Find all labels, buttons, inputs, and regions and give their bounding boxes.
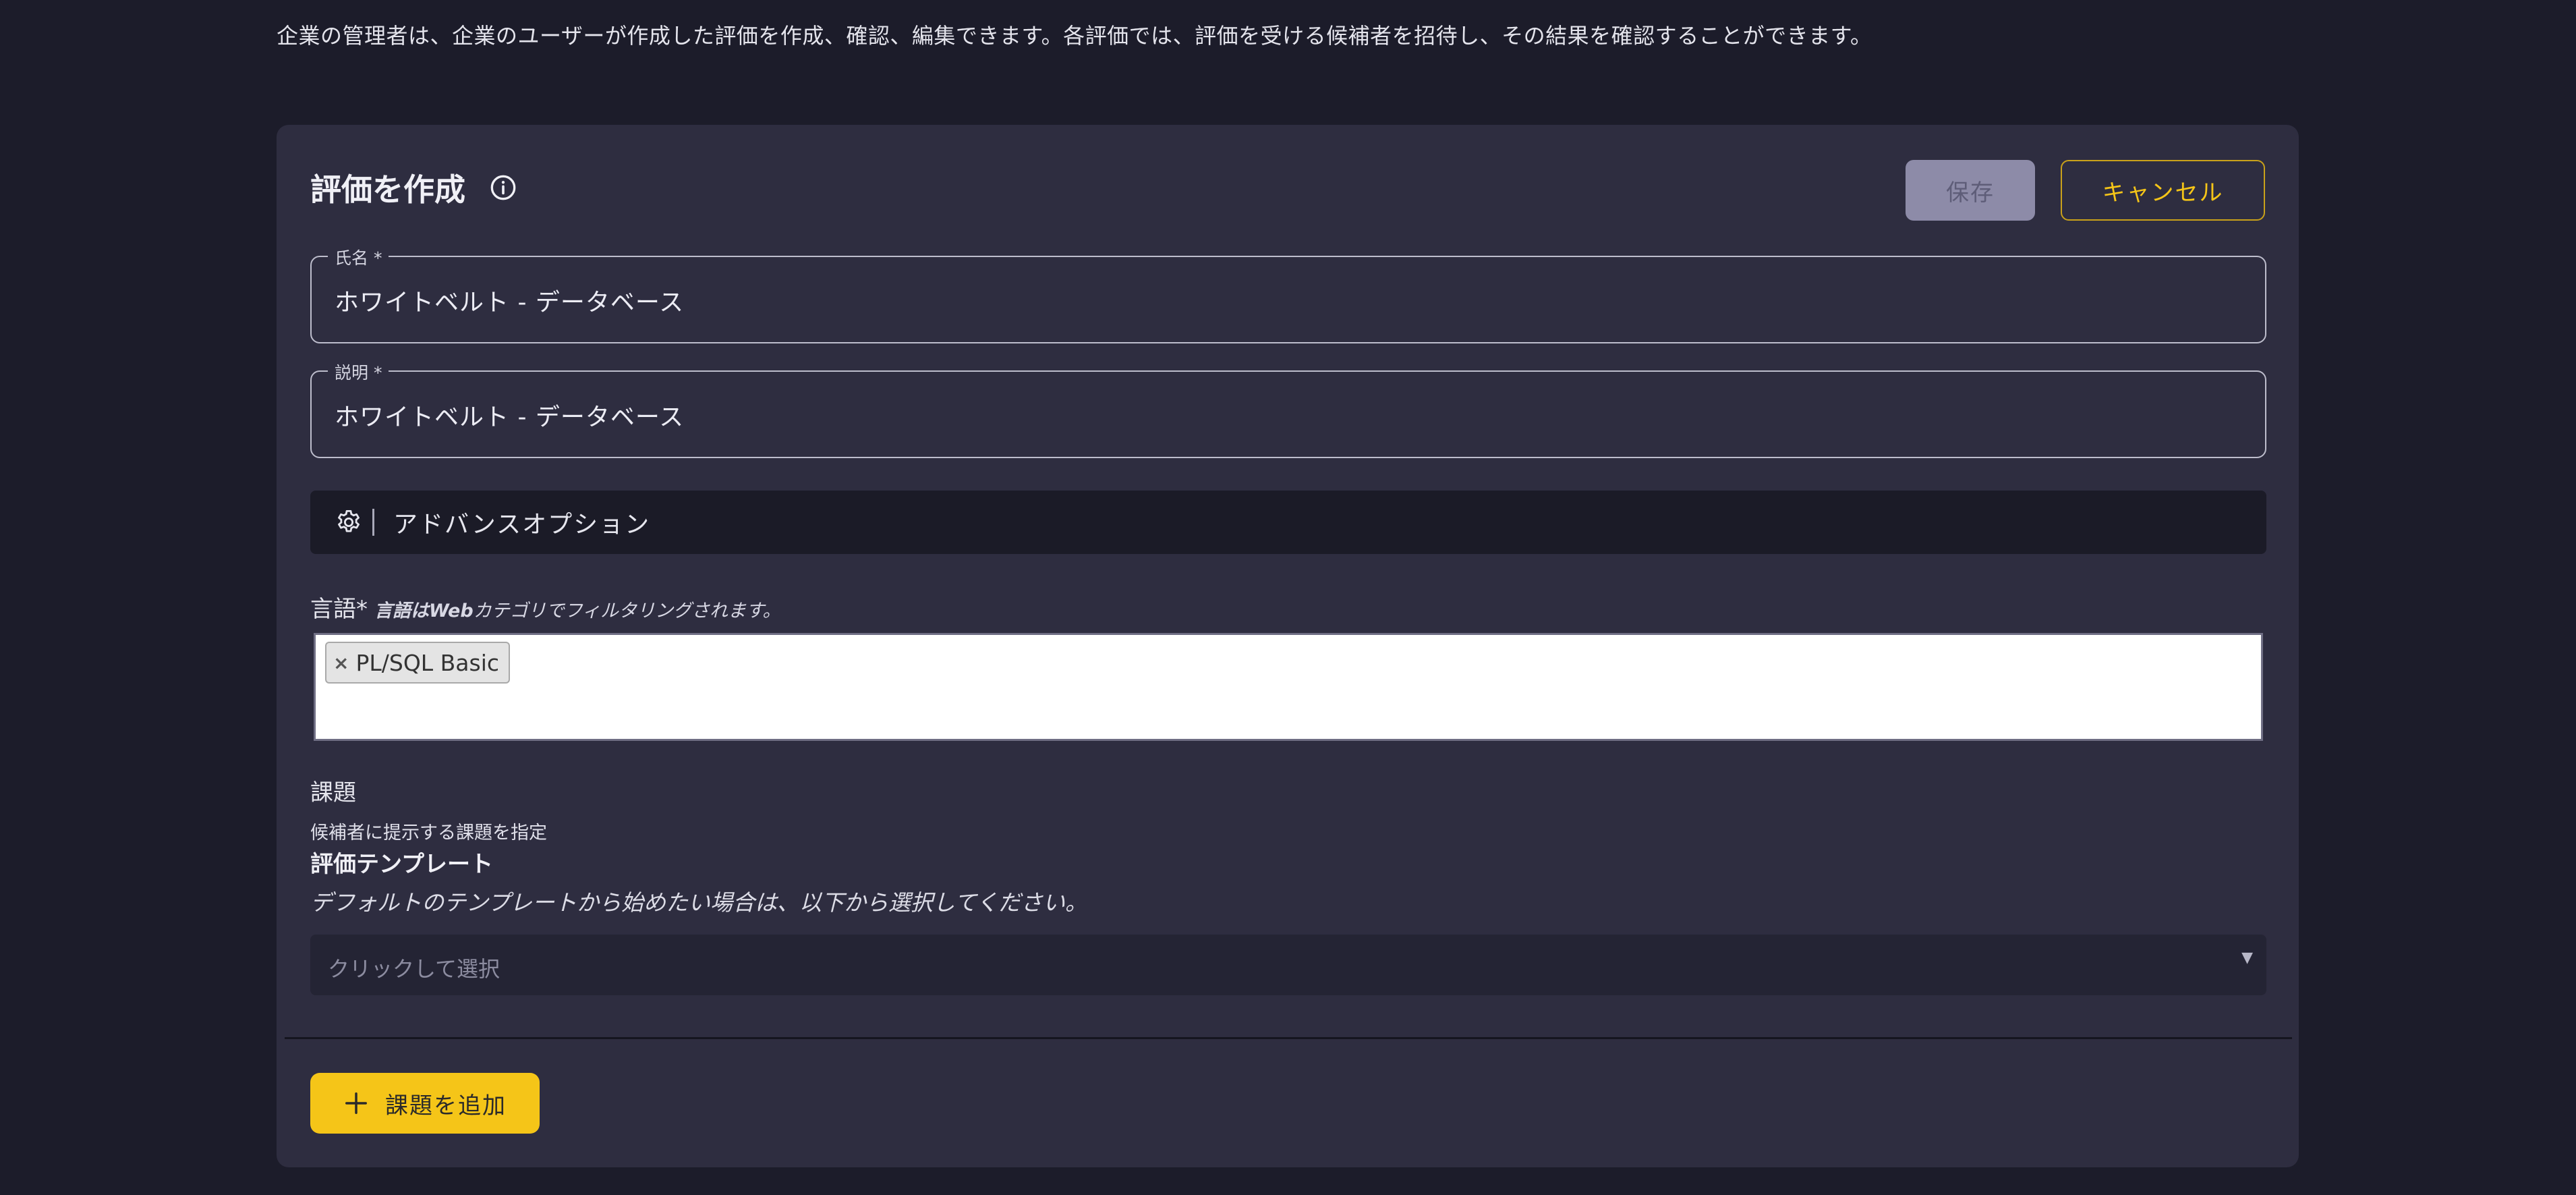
add-task-button[interactable]: 課題を追加: [310, 1073, 540, 1134]
tasks-subtitle: 候補者に提示する課題を指定: [310, 823, 547, 843]
advanced-options-toggle[interactable]: アドバンスオプション: [310, 491, 2266, 554]
name-field-value[interactable]: ホワイトベルト - データベース: [335, 283, 684, 318]
languages-hint-rest: カテゴリでフィルタリングされます。: [473, 601, 781, 621]
languages-hint-bold: 言語はWeb: [374, 601, 474, 621]
caret-down-icon: ▼: [2241, 949, 2253, 966]
description-field[interactable]: 説明 * ホワイトベルト - データベース: [310, 360, 2266, 458]
name-field-label: 氏名 *: [328, 245, 389, 269]
description-field-label: 説明 *: [328, 360, 389, 384]
languages-multiselect[interactable]: × PL/SQL Basic: [314, 633, 2263, 741]
page-title: 評価を作成: [310, 171, 465, 208]
language-tag-label: PL/SQL Basic: [355, 649, 500, 676]
template-title: 評価テンプレート: [310, 851, 493, 878]
plus-icon: [343, 1090, 369, 1116]
tasks-title: 課題: [310, 779, 356, 806]
gear-icon: [335, 508, 363, 536]
create-assessment-panel: 評価を作成 保存 キャンセル 氏名 * ホワイトベルト - データベース 説明 …: [277, 125, 2299, 1167]
template-select-placeholder: クリックして選択: [328, 956, 500, 982]
languages-label-row: 言語* 言語はWebカテゴリでフィルタリングされます。: [310, 590, 780, 623]
info-icon[interactable]: [490, 174, 517, 201]
description-field-value[interactable]: ホワイトベルト - データベース: [335, 397, 684, 433]
advanced-options-label: アドバンスオプション: [393, 511, 651, 538]
add-task-label: 課題を追加: [385, 1092, 507, 1119]
page-description: 企業の管理者は、企業のユーザーが作成した評価を作成、確認、編集できます。各評価で…: [277, 23, 1872, 49]
tag-remove-icon[interactable]: ×: [333, 652, 349, 674]
language-tag: × PL/SQL Basic: [325, 642, 511, 684]
cancel-button[interactable]: キャンセル: [2061, 160, 2265, 221]
template-select[interactable]: クリックして選択 ▼: [310, 935, 2266, 995]
languages-hint: 言語はWebカテゴリでフィルタリングされます。: [374, 596, 780, 622]
advanced-options-separator: [372, 509, 374, 536]
divider: [285, 1037, 2292, 1039]
languages-label: 言語*: [310, 596, 368, 623]
name-field[interactable]: 氏名 * ホワイトベルト - データベース: [310, 245, 2266, 343]
template-hint: デフォルトのテンプレートから始めたい場合は、以下から選択してください。: [310, 889, 1086, 916]
panel-header: 評価を作成: [310, 165, 517, 210]
save-button[interactable]: 保存: [1906, 160, 2035, 221]
